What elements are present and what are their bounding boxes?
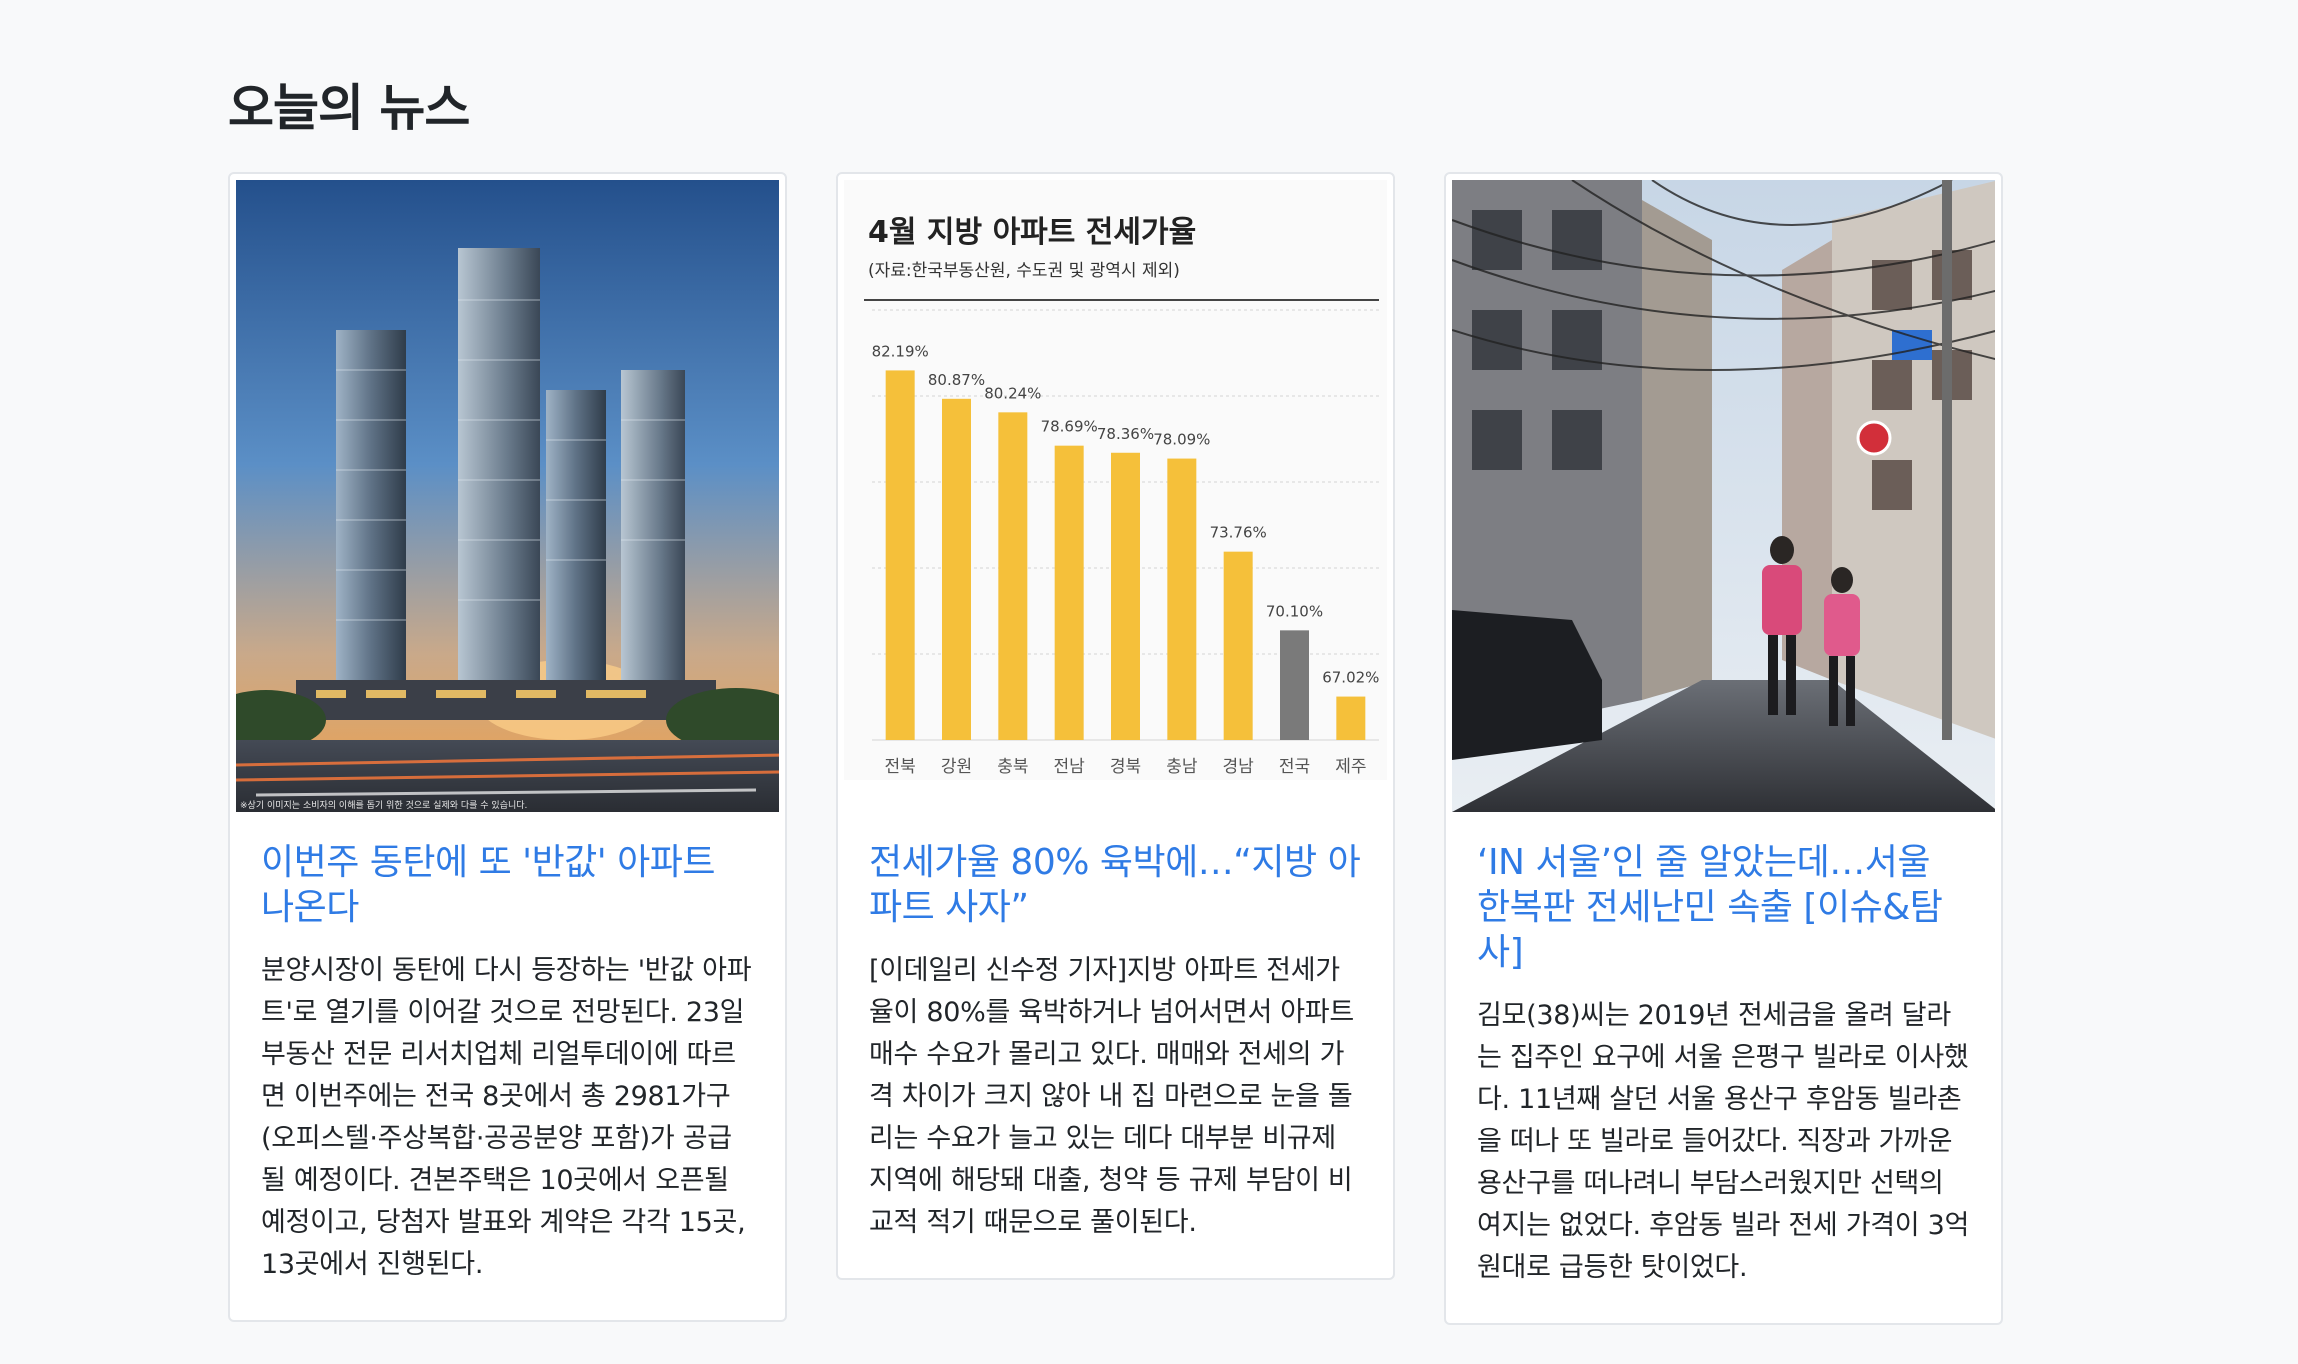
chart-data-label-7: 73.76% <box>1210 524 1267 542</box>
article-summary: 분양시장이 동탄에 다시 등장하는 '반값 아파트'로 열기를 이어갈 것으로 … <box>261 955 752 1280</box>
chart-data-label-2: 80.87% <box>928 371 985 389</box>
chart-category-label-6: 충남 <box>1166 757 1198 777</box>
chart-category-label-7: 경남 <box>1223 757 1255 777</box>
chart-bar-9 <box>1336 696 1366 740</box>
chart-bar-4 <box>1054 445 1084 740</box>
alley-photo-image[interactable] <box>1452 180 1995 812</box>
chart-bar-1 <box>885 370 915 740</box>
chart-data-label-4: 78.69% <box>1041 418 1098 436</box>
jeonse-ratio-chart-image[interactable]: 4월 지방 아파트 전세가율 (자료:한국부동산원, 수도권 및 광역시 제외)… <box>844 180 1387 812</box>
chart-category-label-9: 제주 <box>1335 757 1366 777</box>
chart-title: 4월 지방 아파트 전세가율 <box>868 215 1196 250</box>
chart-subtitle: (자료:한국부동산원, 수도권 및 광역시 제외) <box>868 261 1180 281</box>
news-card-2[interactable]: 4월 지방 아파트 전세가율 (자료:한국부동산원, 수도권 및 광역시 제외)… <box>836 172 1395 1280</box>
article-title[interactable]: 이번주 동탄에 또 '반값' 아파트 나온다 <box>261 840 754 930</box>
article-summary: 김모(38)씨는 2019년 전세금을 올려 달라는 집주인 요구에 서울 은평… <box>1477 1000 1970 1283</box>
chart-data-label-5: 78.36% <box>1097 425 1154 443</box>
chart-bar-7 <box>1223 551 1253 740</box>
chart-category-label-2: 강원 <box>941 757 972 777</box>
chart-data-label-9: 67.02% <box>1322 669 1379 687</box>
chart-category-label-3: 충북 <box>997 757 1028 777</box>
news-card-3[interactable]: ‘IN 서울’인 줄 알았는데…서울 한복판 전세난민 속출 [이슈&탐사] 김… <box>1444 172 2003 1325</box>
bar-chart: 4월 지방 아파트 전세가율 (자료:한국부동산원, 수도권 및 광역시 제외)… <box>844 180 1387 780</box>
chart-category-label-1: 전북 <box>885 757 916 777</box>
image-disclaimer: ※상기 이미지는 소비자의 이해를 돕기 위한 것으로 실제와 다를 수 있습니… <box>240 799 527 811</box>
chart-bar-8 <box>1280 630 1309 740</box>
chart-bar-5 <box>1111 452 1140 740</box>
page-title: 오늘의 뉴스 <box>228 79 470 137</box>
chart-data-label-8: 70.10% <box>1266 602 1323 620</box>
chart-category-label-4: 전남 <box>1054 757 1086 777</box>
chart-category-label-5: 경북 <box>1110 757 1141 777</box>
news-card-1[interactable]: ※상기 이미지는 소비자의 이해를 돕기 위한 것으로 실제와 다를 수 있습니… <box>228 172 787 1322</box>
chart-data-label-3: 80.24% <box>984 384 1041 402</box>
chart-category-label-8: 전국 <box>1279 757 1310 777</box>
chart-bar-6 <box>1167 458 1197 740</box>
chart-bar-2 <box>942 398 971 740</box>
apartment-rendering-image[interactable]: ※상기 이미지는 소비자의 이해를 돕기 위한 것으로 실제와 다를 수 있습니… <box>236 180 779 812</box>
article-title[interactable]: ‘IN 서울’인 줄 알았는데…서울 한복판 전세난민 속출 [이슈&탐사] <box>1477 840 1970 975</box>
article-title[interactable]: 전세가율 80% 육박에…“지방 아파트 사자” <box>869 840 1362 930</box>
chart-bar-3 <box>998 412 1028 740</box>
article-summary: [이데일리 신수정 기자]지방 아파트 전세가율이 80%를 육박하거나 넘어서… <box>869 955 1354 1238</box>
chart-data-label-1: 82.19% <box>872 342 929 360</box>
chart-data-label-6: 78.09% <box>1153 431 1210 449</box>
